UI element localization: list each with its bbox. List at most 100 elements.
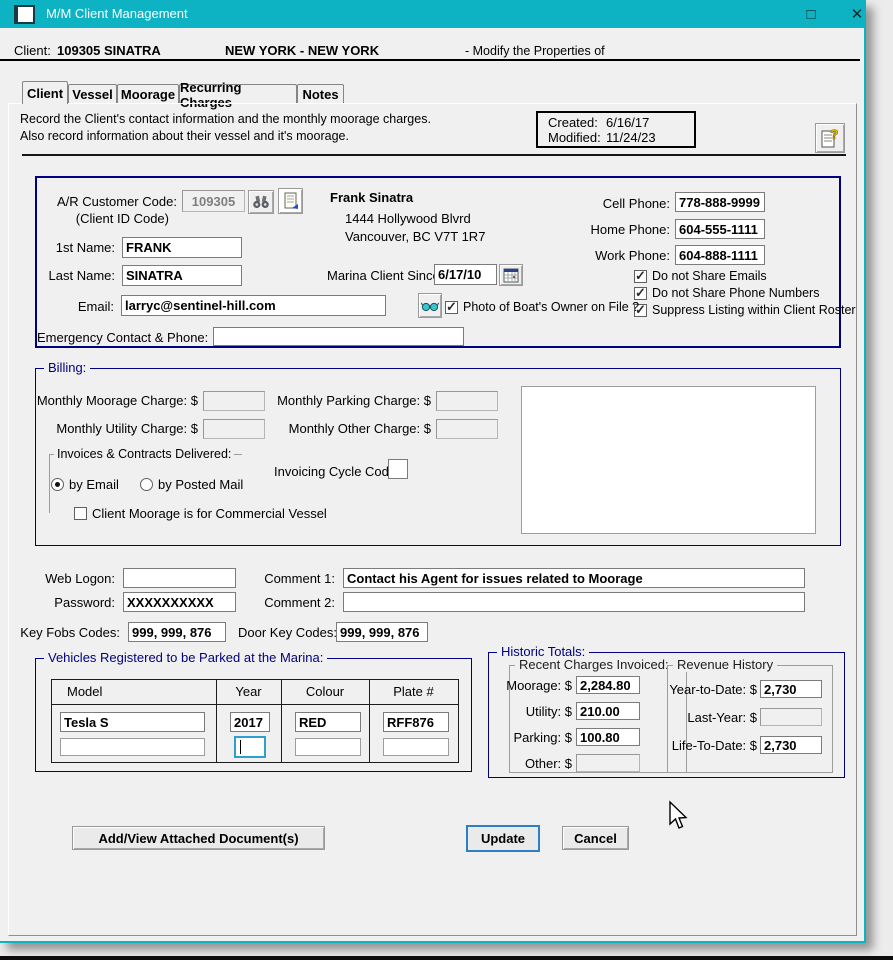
recent-parking-input[interactable] — [576, 728, 640, 746]
client-display-name: Frank Sinatra — [330, 190, 413, 205]
search-client-button[interactable] — [248, 190, 274, 214]
section-divider — [22, 154, 846, 156]
comment1-input[interactable] — [343, 568, 805, 588]
vehicles-group: Vehicles Registered to be Parked at the … — [35, 658, 472, 772]
recent-utility-label: Utility: $ — [504, 704, 572, 719]
photo-on-file-checkbox[interactable] — [445, 301, 458, 314]
comment2-input[interactable] — [343, 592, 805, 612]
monthly-other-input[interactable] — [436, 419, 498, 439]
monthly-parking-input[interactable] — [436, 391, 498, 411]
table-header-divider — [52, 704, 458, 705]
email-input[interactable] — [121, 295, 386, 316]
vehicle-plate-input-1[interactable] — [383, 712, 449, 732]
web-logon-input[interactable] — [123, 568, 236, 588]
revenue-lastyear-input[interactable] — [760, 708, 822, 726]
last-name-input[interactable] — [122, 265, 242, 286]
recent-moorage-input[interactable] — [576, 676, 640, 694]
monthly-utility-input[interactable] — [203, 419, 265, 439]
delivery-mail-radio[interactable] — [140, 478, 153, 491]
created-modified-box: Created: 6/16/17 Modified: 11/24/23 — [536, 111, 696, 148]
work-phone-label: Work Phone: — [537, 248, 670, 263]
intro-line-1: Record the Client's contact information … — [20, 112, 431, 126]
close-button[interactable]: ✕ — [842, 2, 872, 26]
door-keys-input[interactable] — [336, 622, 428, 642]
share-emails-checkbox[interactable] — [634, 270, 647, 283]
notepad-icon — [283, 192, 299, 210]
share-phones-checkbox[interactable] — [634, 287, 647, 300]
revenue-history-title: Revenue History — [673, 657, 777, 672]
password-input[interactable] — [123, 592, 236, 612]
vehicles-table: Model Year Colour Plate # — [51, 679, 459, 763]
column-header-colour: Colour — [281, 684, 369, 699]
revenue-ltd-input[interactable] — [760, 736, 822, 754]
created-label: Created: — [548, 115, 598, 130]
cancel-button[interactable]: Cancel — [562, 826, 629, 850]
home-phone-label: Home Phone: — [537, 222, 670, 237]
key-fobs-input[interactable] — [128, 622, 226, 642]
vehicle-colour-input-1[interactable] — [295, 712, 361, 732]
view-email-button[interactable] — [418, 293, 442, 318]
comment2-label: Comment 2: — [253, 595, 335, 610]
work-phone-input[interactable] — [675, 245, 765, 265]
recent-utility-input[interactable] — [576, 702, 640, 720]
marina-since-input[interactable] — [434, 264, 497, 285]
app-window: M/M Client Management □ ✕ Client: 109305… — [0, 0, 866, 943]
billing-notes-listbox[interactable] — [521, 386, 816, 534]
client-address-line1: 1444 Hollywood Blvrd — [345, 211, 471, 226]
recent-parking-label: Parking: $ — [504, 730, 572, 745]
monthly-moorage-input[interactable] — [203, 391, 265, 411]
cell-phone-input[interactable] — [675, 192, 765, 212]
monthly-parking-label: Monthly Parking Charge: $ — [274, 393, 431, 408]
client-info-box: A/R Customer Code: (Client ID Code) — [35, 176, 841, 348]
glasses-icon — [421, 300, 439, 312]
suppress-roster-label: Suppress Listing within Client Roster — [652, 303, 856, 317]
vehicle-colour-input-2[interactable] — [295, 738, 361, 756]
revenue-history-frame: Revenue History Year-to-Date: $ Last-Yea… — [667, 665, 833, 773]
tab-client[interactable]: Client — [22, 81, 68, 104]
share-emails-label: Do not Share Emails — [652, 269, 767, 283]
recent-charges-frame: Recent Charges Invoiced: Moorage: $ Util… — [509, 665, 687, 773]
tab-notes[interactable]: Notes — [297, 84, 344, 104]
vehicle-model-input-1[interactable] — [60, 712, 205, 732]
vehicle-year-input-1[interactable] — [230, 712, 270, 732]
delivery-email-radio[interactable] — [51, 478, 64, 491]
monthly-moorage-label: Monthly Moorage Charge: $ — [36, 393, 198, 408]
billing-group-title: Billing: — [44, 360, 90, 375]
emergency-input[interactable] — [213, 327, 464, 346]
revenue-ltd-label: Life-To-Date: $ — [668, 738, 757, 753]
billing-group: Billing: Monthly Moorage Charge: $ Month… — [35, 368, 841, 546]
column-header-plate: Plate # — [369, 684, 458, 699]
commercial-vessel-checkbox[interactable] — [74, 507, 87, 520]
invoicing-cycle-input[interactable] — [388, 459, 408, 479]
column-header-model: Model — [67, 684, 102, 699]
vehicles-group-title: Vehicles Registered to be Parked at the … — [44, 650, 327, 665]
revenue-ytd-input[interactable] — [760, 680, 822, 698]
vehicle-model-input-2[interactable] — [60, 738, 205, 756]
vehicle-year-input-2-focused[interactable] — [234, 736, 266, 758]
tab-recurring-charges[interactable]: Recurring Charges — [179, 84, 297, 104]
ar-code-input[interactable] — [182, 190, 245, 212]
client-header-label: Client: — [14, 43, 51, 58]
tab-moorage[interactable]: Moorage — [117, 84, 179, 104]
delivery-mail-label: by Posted Mail — [158, 477, 243, 492]
maximize-button[interactable]: □ — [796, 2, 826, 26]
modified-value: 11/24/23 — [606, 130, 656, 145]
mouse-cursor — [666, 800, 688, 832]
ar-code-label: A/R Customer Code: — [57, 194, 175, 209]
help-button[interactable]: ? — [815, 123, 845, 153]
attached-documents-button[interactable]: Add/View Attached Document(s) — [72, 826, 325, 850]
client-header-location: NEW YORK - NEW YORK — [225, 43, 379, 58]
edit-code-button[interactable] — [278, 188, 303, 214]
tab-vessel[interactable]: Vessel — [68, 84, 117, 104]
recent-other-input[interactable] — [576, 754, 640, 772]
client-address-line2: Vancouver, BC V7T 1R7 — [345, 229, 485, 244]
photo-on-file-label: Photo of Boat's Owner on File ? — [463, 300, 639, 314]
client-header-id: 109305 SINATRA — [57, 43, 161, 58]
recent-moorage-label: Moorage: $ — [504, 678, 572, 693]
calendar-button[interactable] — [499, 264, 523, 286]
home-phone-input[interactable] — [675, 219, 765, 239]
first-name-label: 1st Name: — [37, 240, 115, 255]
vehicle-plate-input-2[interactable] — [383, 738, 449, 756]
first-name-input[interactable] — [122, 237, 242, 258]
update-button[interactable]: Update — [466, 825, 540, 852]
